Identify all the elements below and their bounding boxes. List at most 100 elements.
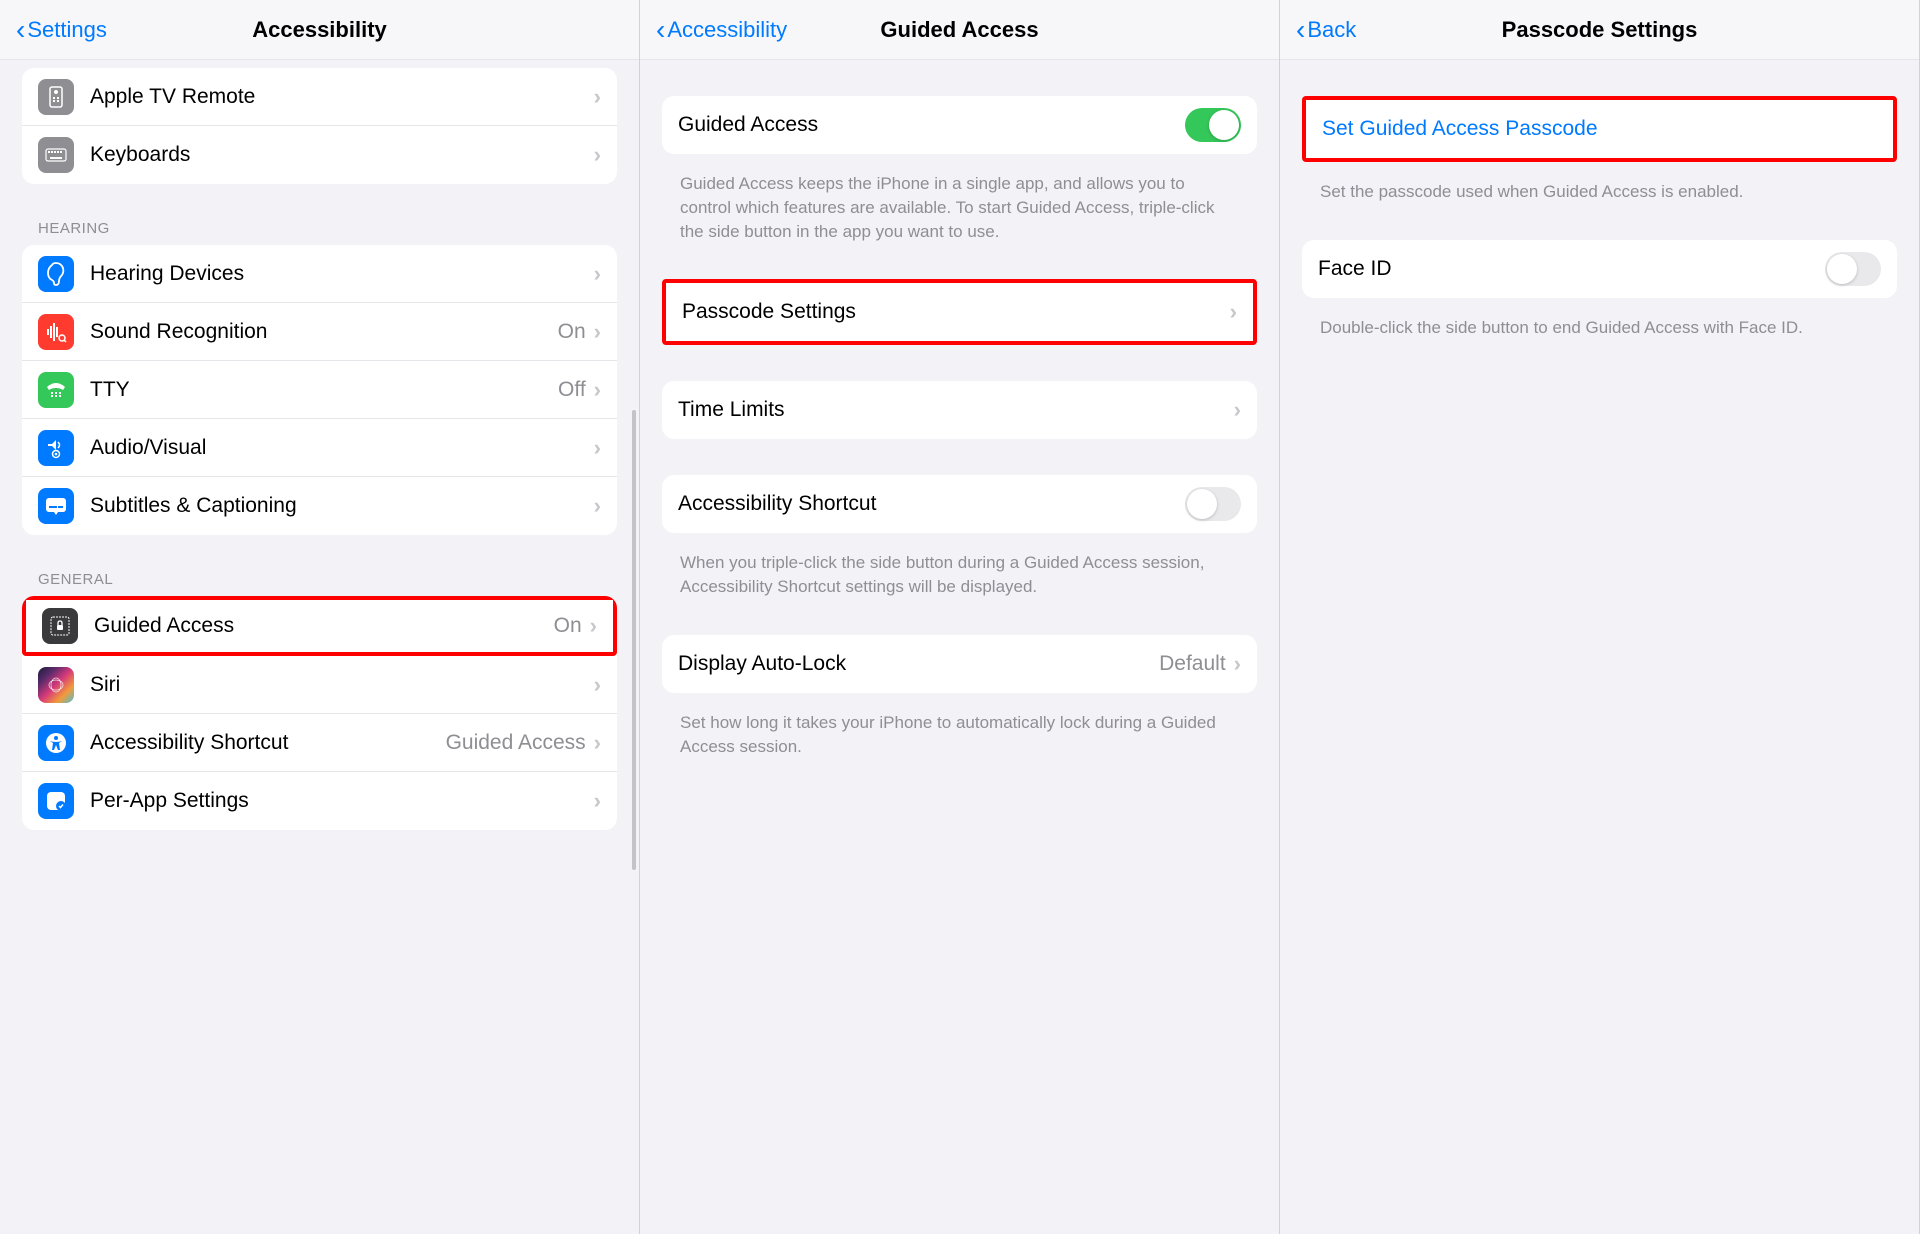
row-label: Hearing Devices <box>90 262 594 286</box>
row-label: Audio/Visual <box>90 436 594 460</box>
row-label: Siri <box>90 673 594 697</box>
row-display-autolock[interactable]: Display Auto-Lock Default › <box>662 635 1257 693</box>
row-accessibility-shortcut[interactable]: Accessibility Shortcut Guided Access › <box>22 714 617 772</box>
content: Set Guided Access Passcode Set the passc… <box>1280 96 1919 340</box>
chevron-right-icon: › <box>1230 299 1237 325</box>
accessibility-shortcut-icon <box>38 725 74 761</box>
accessibility-panel: ‹ Settings Accessibility Apple TV Remote… <box>0 0 640 1234</box>
row-label: Guided Access <box>678 113 1185 137</box>
page-title: Guided Access <box>880 17 1038 43</box>
header: ‹ Accessibility Guided Access <box>640 0 1279 60</box>
guided-access-panel: ‹ Accessibility Guided Access Guided Acc… <box>640 0 1280 1234</box>
row-tty[interactable]: TTY Off › <box>22 361 617 419</box>
row-value: Guided Access <box>446 731 586 755</box>
row-faceid-toggle[interactable]: Face ID <box>1302 240 1897 298</box>
chevron-right-icon: › <box>594 788 601 814</box>
footer-accessibility-shortcut: When you triple-click the side button du… <box>662 541 1257 599</box>
keyboard-icon <box>38 137 74 173</box>
passcode-settings-panel: ‹ Back Passcode Settings Set Guided Acce… <box>1280 0 1920 1234</box>
group-time-limits: Time Limits › <box>662 381 1257 439</box>
row-label: Sound Recognition <box>90 320 558 344</box>
group-general: Guided Access On › Siri › Accessibility … <box>22 596 617 830</box>
row-siri[interactable]: Siri › <box>22 656 617 714</box>
chevron-left-icon: ‹ <box>1296 16 1305 44</box>
ear-icon <box>38 256 74 292</box>
back-button-settings[interactable]: ‹ Settings <box>16 16 107 44</box>
row-label: Time Limits <box>678 398 1234 422</box>
chevron-left-icon: ‹ <box>16 16 25 44</box>
row-label: Apple TV Remote <box>90 85 594 109</box>
row-label: Keyboards <box>90 143 594 167</box>
group-passcode-settings: Passcode Settings › <box>662 279 1257 345</box>
scrollbar[interactable] <box>632 70 638 870</box>
back-button[interactable]: ‹ Back <box>1296 16 1356 44</box>
per-app-settings-icon <box>38 783 74 819</box>
chevron-right-icon: › <box>1234 397 1241 423</box>
row-value: On <box>554 614 582 638</box>
chevron-right-icon: › <box>1234 651 1241 677</box>
footer-faceid: Double-click the side button to end Guid… <box>1302 306 1897 340</box>
row-label: Accessibility Shortcut <box>678 492 1185 516</box>
row-label: TTY <box>90 378 558 402</box>
group-faceid: Face ID <box>1302 240 1897 298</box>
chevron-right-icon: › <box>594 142 601 168</box>
toggle-faceid[interactable] <box>1825 252 1881 286</box>
row-apple-tv-remote[interactable]: Apple TV Remote › <box>22 68 617 126</box>
section-header-general: GENERAL <box>22 543 617 596</box>
row-keyboards[interactable]: Keyboards › <box>22 126 617 184</box>
row-accessibility-shortcut-toggle[interactable]: Accessibility Shortcut <box>662 475 1257 533</box>
chevron-right-icon: › <box>594 84 601 110</box>
back-label: Accessibility <box>667 17 787 43</box>
toggle-accessibility-shortcut[interactable] <box>1185 487 1241 521</box>
group-accessibility-shortcut: Accessibility Shortcut <box>662 475 1257 533</box>
row-audio-visual[interactable]: Audio/Visual › <box>22 419 617 477</box>
row-per-app-settings[interactable]: Per-App Settings › <box>22 772 617 830</box>
row-value: Off <box>558 378 586 402</box>
scrollbar-thumb[interactable] <box>632 410 636 870</box>
siri-icon <box>38 667 74 703</box>
header: ‹ Settings Accessibility <box>0 0 639 60</box>
footer-display-autolock: Set how long it takes your iPhone to aut… <box>662 701 1257 759</box>
content: Apple TV Remote › Keyboards › HEARING He… <box>0 68 639 830</box>
content: Guided Access Guided Access keeps the iP… <box>640 96 1279 759</box>
row-time-limits[interactable]: Time Limits › <box>662 381 1257 439</box>
chevron-right-icon: › <box>594 261 601 287</box>
row-subtitles-captioning[interactable]: Subtitles & Captioning › <box>22 477 617 535</box>
chevron-right-icon: › <box>594 730 601 756</box>
chevron-right-icon: › <box>594 672 601 698</box>
section-header-hearing: HEARING <box>22 192 617 245</box>
row-sound-recognition[interactable]: Sound Recognition On › <box>22 303 617 361</box>
row-label: Accessibility Shortcut <box>90 730 446 755</box>
toggle-knob <box>1209 110 1239 140</box>
back-label: Back <box>1307 17 1356 43</box>
group-guided-access-toggle: Guided Access <box>662 96 1257 154</box>
chevron-right-icon: › <box>590 613 597 639</box>
row-label: Subtitles & Captioning <box>90 494 594 518</box>
row-value: On <box>558 320 586 344</box>
row-label: Per-App Settings <box>90 789 594 813</box>
page-title: Accessibility <box>252 17 387 43</box>
row-guided-access[interactable]: Guided Access On › <box>22 596 617 656</box>
footer-set-passcode: Set the passcode used when Guided Access… <box>1302 170 1897 204</box>
back-button-accessibility[interactable]: ‹ Accessibility <box>656 16 787 44</box>
tty-icon <box>38 372 74 408</box>
row-set-guided-access-passcode[interactable]: Set Guided Access Passcode <box>1306 100 1893 158</box>
subtitles-icon <box>38 488 74 524</box>
apple-tv-remote-icon <box>38 79 74 115</box>
sound-recognition-icon <box>38 314 74 350</box>
chevron-left-icon: ‹ <box>656 16 665 44</box>
toggle-knob <box>1187 489 1217 519</box>
row-guided-access-toggle[interactable]: Guided Access <box>662 96 1257 154</box>
row-passcode-settings[interactable]: Passcode Settings › <box>666 283 1253 341</box>
guided-access-icon <box>42 608 78 644</box>
group-set-passcode: Set Guided Access Passcode <box>1302 96 1897 162</box>
toggle-knob <box>1827 254 1857 284</box>
row-value: Default <box>1159 652 1226 676</box>
chevron-right-icon: › <box>594 493 601 519</box>
footer-guided-access: Guided Access keeps the iPhone in a sing… <box>662 162 1257 243</box>
row-hearing-devices[interactable]: Hearing Devices › <box>22 245 617 303</box>
toggle-guided-access[interactable] <box>1185 108 1241 142</box>
group-physical-remainder: Apple TV Remote › Keyboards › <box>22 68 617 184</box>
back-label: Settings <box>27 17 107 43</box>
chevron-right-icon: › <box>594 435 601 461</box>
